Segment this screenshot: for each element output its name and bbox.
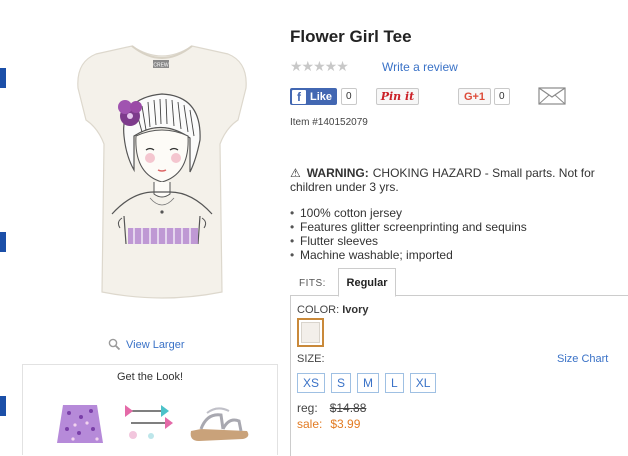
product-title: Flower Girl Tee bbox=[290, 27, 412, 46]
color-label: COLOR: Ivory bbox=[297, 304, 369, 316]
edge-marker bbox=[0, 232, 6, 252]
shirt-tag: CREW bbox=[153, 63, 169, 69]
size-option-m[interactable]: M bbox=[357, 373, 380, 393]
rating-stars-icon[interactable]: ★★★★★ bbox=[290, 58, 349, 75]
size-option-s[interactable]: S bbox=[331, 373, 352, 393]
pinterest-pin-button[interactable]: Pin it bbox=[376, 88, 419, 105]
color-label-text: COLOR: bbox=[297, 304, 340, 316]
list-item: Machine washable; imported bbox=[290, 248, 527, 262]
look-item-skirt[interactable] bbox=[57, 403, 103, 443]
sale-price-value: $3.99 bbox=[330, 417, 361, 431]
facebook-icon: f bbox=[292, 89, 306, 104]
edge-marker bbox=[0, 396, 6, 416]
facebook-like-label: Like bbox=[310, 90, 333, 103]
get-the-look-title: Get the Look! bbox=[116, 371, 184, 383]
tab-regular[interactable]: Regular bbox=[338, 268, 396, 297]
item-number: Item #140152079 bbox=[290, 117, 368, 128]
facebook-like-button[interactable]: f Like bbox=[290, 88, 337, 105]
list-item: Features glitter screenprinting and sequ… bbox=[290, 220, 527, 234]
view-larger-label[interactable]: View Larger bbox=[126, 339, 185, 351]
regular-price-label: reg: bbox=[297, 401, 318, 415]
look-item-hair-clips[interactable] bbox=[121, 401, 177, 441]
size-option-xs[interactable]: XS bbox=[297, 373, 326, 393]
warning-label: WARNING: bbox=[306, 166, 369, 180]
list-item: 100% cotton jersey bbox=[290, 206, 527, 220]
facebook-like-count: 0 bbox=[341, 88, 357, 105]
sale-price: sale: $3.99 bbox=[297, 417, 360, 431]
regular-price-value: $14.88 bbox=[329, 401, 367, 415]
choking-warning: ⚠ WARNING: CHOKING HAZARD - Small parts. N… bbox=[290, 166, 620, 194]
envelope-icon[interactable] bbox=[538, 87, 566, 105]
color-value: Ivory bbox=[342, 304, 369, 316]
regular-price: reg: $14.88 bbox=[297, 401, 366, 415]
write-review-link[interactable]: Write a review bbox=[382, 60, 458, 74]
color-swatch-fill bbox=[301, 322, 320, 343]
magnifier-icon bbox=[108, 338, 121, 351]
size-label: SIZE: bbox=[297, 353, 325, 365]
warning-icon: ⚠ bbox=[290, 166, 301, 180]
size-chart-link[interactable]: Size Chart bbox=[557, 353, 608, 365]
feature-list: 100% cotton jersey Features glitter scre… bbox=[290, 206, 527, 262]
sale-price-label: sale: bbox=[297, 417, 323, 431]
product-image[interactable]: CREW bbox=[50, 32, 275, 332]
fits-label: FITS: bbox=[299, 278, 326, 289]
color-swatch-ivory[interactable] bbox=[297, 318, 324, 347]
get-the-look-panel: Get the Look! bbox=[22, 364, 278, 455]
size-option-l[interactable]: L bbox=[385, 373, 404, 393]
list-item: Flutter sleeves bbox=[290, 234, 527, 248]
view-larger-link[interactable]: View Larger bbox=[108, 338, 185, 351]
google-plus-count: 0 bbox=[494, 88, 510, 105]
size-option-xl[interactable]: XL bbox=[409, 373, 437, 393]
look-item-sandals[interactable] bbox=[187, 403, 251, 445]
edge-marker bbox=[0, 68, 6, 88]
google-plus-button[interactable]: G+1 bbox=[458, 88, 491, 105]
size-options: XS S M L XL bbox=[297, 373, 437, 393]
